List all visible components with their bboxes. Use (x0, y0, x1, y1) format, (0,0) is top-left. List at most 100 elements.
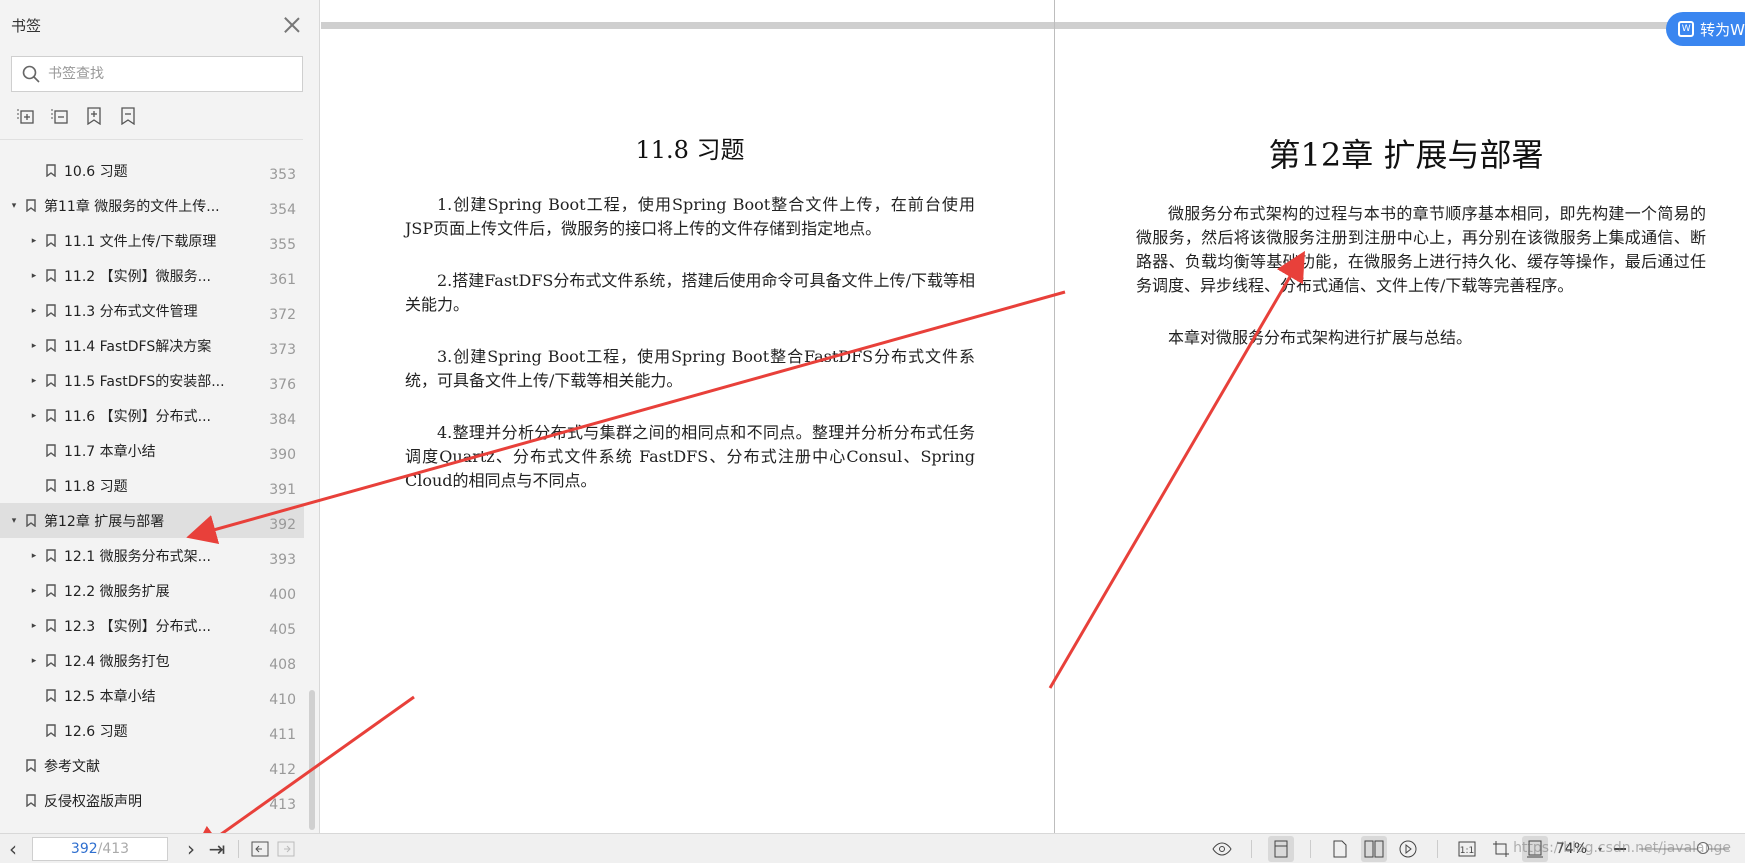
close-icon[interactable] (283, 16, 301, 34)
convert-button-label: 转为W (1700, 20, 1745, 39)
caret-spacer (28, 165, 40, 177)
expanded-caret-icon[interactable]: ▾ (8, 515, 20, 527)
bookmark-page-number: 400 (269, 587, 296, 603)
bookmark-item[interactable]: 12.6 习题 411 (0, 713, 304, 748)
word-icon: W (1678, 21, 1695, 37)
bookmark-item[interactable]: ▸ 11.2 【实例】微服务... 361 (0, 258, 304, 293)
bookmark-page-number: 411 (269, 727, 296, 743)
page-divider (1054, 0, 1055, 833)
separator (238, 839, 239, 858)
expanded-caret-icon[interactable]: ▾ (8, 200, 20, 212)
left-page: 11.8 习题 1.创建Spring Boot工程，使用Spring Boot整… (405, 130, 975, 521)
bookmark-label: 11.4 FastDFS解决方案 (64, 338, 212, 355)
exercise-paragraph: 3.创建Spring Boot工程，使用Spring Boot整合FastDFS… (405, 347, 975, 390)
previous-page-button[interactable]: ‹ (0, 836, 26, 862)
separator (1250, 840, 1252, 858)
bookmark-item[interactable]: 10.6 习题 353 (0, 153, 304, 188)
page-top-edge (321, 22, 1745, 29)
collapsed-caret-icon[interactable]: ▸ (28, 375, 40, 387)
actual-size-icon[interactable]: 1:1 (1454, 836, 1480, 862)
bookmark-item[interactable]: ▸ 11.5 FastDFS的安装部... 376 (0, 363, 304, 398)
expand-all-icon[interactable] (16, 106, 36, 126)
bookmark-label: 12.4 微服务打包 (64, 653, 170, 670)
bookmark-item[interactable]: ▸ 12.4 微服务打包 408 (0, 643, 304, 678)
document-viewer: 11.8 习题 1.创建Spring Boot工程，使用Spring Boot整… (321, 0, 1745, 833)
bookmark-item[interactable]: ▸ 12.3 【实例】分布式... 405 (0, 608, 304, 643)
last-page-button[interactable]: ⇥ (204, 836, 230, 862)
sidebar-scrollbar[interactable] (309, 690, 315, 830)
bookmark-icon (26, 794, 36, 807)
bookmark-item[interactable]: ▸ 11.4 FastDFS解决方案 373 (0, 328, 304, 363)
convert-to-word-button[interactable]: W 转为W (1666, 12, 1745, 46)
bookmark-label: 11.2 【实例】微服务... (64, 268, 211, 285)
caret-spacer (28, 690, 40, 702)
bookmark-page-number: 408 (269, 657, 296, 673)
bookmark-icon (46, 269, 56, 282)
forward-icon[interactable] (273, 836, 299, 862)
bookmark-item[interactable]: ▸ 11.3 分布式文件管理 372 (0, 293, 304, 328)
bookmark-icon (46, 619, 56, 632)
play-icon[interactable] (1395, 836, 1421, 862)
exercise-paragraph: 2.搭建FastDFS分布式文件系统，搭建后使用命令可具备文件上传/下载等相关能… (405, 271, 975, 314)
collapsed-caret-icon[interactable]: ▸ (28, 235, 40, 247)
bookmark-label: 参考文献 (44, 758, 100, 775)
collapsed-caret-icon[interactable]: ▸ (28, 340, 40, 352)
next-page-button[interactable]: › (178, 836, 204, 862)
back-icon[interactable] (247, 836, 273, 862)
collapsed-caret-icon[interactable]: ▸ (28, 270, 40, 282)
bookmark-item[interactable]: ▸ 12.1 微服务分布式架... 393 (0, 538, 304, 573)
remove-bookmark-icon[interactable] (118, 106, 138, 126)
bookmark-page-number: 354 (269, 202, 296, 218)
single-page-view-icon[interactable] (1267, 836, 1294, 862)
bookmark-item[interactable]: 11.7 本章小结 390 (0, 433, 304, 468)
separator (1309, 840, 1311, 858)
two-page-view-icon[interactable] (1360, 836, 1387, 862)
bookmark-icon (46, 584, 56, 597)
bookmark-item[interactable]: ▾ 第11章 微服务的文件上传... 354 (0, 188, 304, 223)
add-bookmark-icon[interactable] (84, 106, 104, 126)
page-number-field[interactable]: 392/413 (32, 836, 168, 861)
bookmark-item[interactable]: 11.8 习题 391 (0, 468, 304, 503)
collapsed-caret-icon[interactable]: ▸ (28, 585, 40, 597)
bookmark-icon (46, 724, 56, 737)
pdf-reader-app: 书签 10.6 习题 353 ▾ 第11章 微服务的文件上传... 354 ▸ 11.1 文… (0, 0, 1745, 863)
sidebar-header: 书签 (0, 0, 319, 50)
collapsed-caret-icon[interactable]: ▸ (28, 550, 40, 562)
page-view-icon[interactable] (1327, 836, 1353, 862)
bookmark-item[interactable]: ▾ 第12章 扩展与部署 392 (0, 503, 304, 538)
collapsed-caret-icon[interactable]: ▸ (28, 620, 40, 632)
bookmark-item[interactable]: ▸ 11.6 【实例】分布式... 384 (0, 398, 304, 433)
bookmark-label: 10.6 习题 (64, 163, 128, 180)
bookmark-item[interactable]: ▸ 12.2 微服务扩展 400 (0, 573, 304, 608)
bookmark-icon (46, 654, 56, 667)
bookmark-icon (26, 199, 36, 212)
collapsed-caret-icon[interactable]: ▸ (28, 655, 40, 667)
bookmark-page-number: 410 (269, 692, 296, 708)
bookmark-item[interactable]: ▸ 11.1 文件上传/下载原理 355 (0, 223, 304, 258)
bookmark-page-number: 372 (269, 307, 296, 323)
bookmark-page-number: 384 (269, 412, 296, 428)
right-page: 第12章 扩展与部署 微服务分布式架构的过程与本书的章节顺序基本相同，即先构建一… (1136, 130, 1706, 378)
bookmark-search-box[interactable] (11, 56, 303, 92)
bookmark-label: 11.3 分布式文件管理 (64, 303, 198, 320)
eye-icon[interactable] (1209, 836, 1235, 862)
collapsed-caret-icon[interactable]: ▸ (28, 410, 40, 422)
bookmark-label: 11.5 FastDFS的安装部... (64, 373, 225, 390)
bookmark-item[interactable]: 参考文献 412 (0, 748, 304, 783)
bookmark-tree: 10.6 习题 353 ▾ 第11章 微服务的文件上传... 354 ▸ 11.1 文件上传… (0, 153, 304, 818)
bookmark-item[interactable]: 12.5 本章小结 410 (0, 678, 304, 713)
bookmark-icon (46, 689, 56, 702)
bookmark-label: 12.3 【实例】分布式... (64, 618, 211, 635)
caret-spacer (28, 445, 40, 457)
collapse-all-icon[interactable] (50, 106, 70, 126)
caret-spacer (8, 795, 20, 807)
bookmark-search-input[interactable] (48, 66, 268, 82)
rotate-icon[interactable] (1488, 836, 1514, 862)
bookmark-label: 12.1 微服务分布式架... (64, 548, 211, 565)
current-page: 392 (70, 840, 98, 857)
search-icon (22, 65, 40, 83)
bookmark-page-number: 392 (269, 517, 296, 533)
collapsed-caret-icon[interactable]: ▸ (28, 305, 40, 317)
bookmark-label: 12.6 习题 (64, 723, 128, 740)
bookmark-item[interactable]: 反侵权盗版声明 413 (0, 783, 304, 818)
